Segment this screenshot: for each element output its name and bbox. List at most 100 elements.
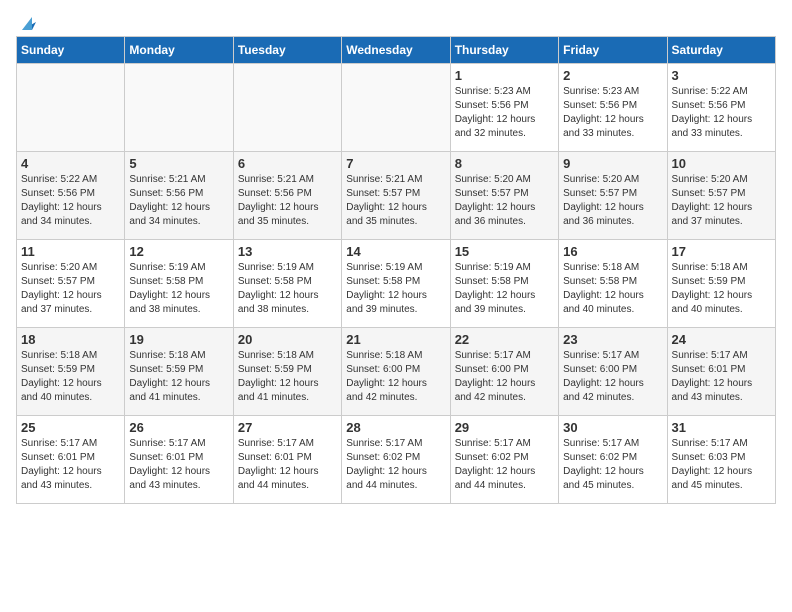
calendar-cell: 11 Sunrise: 5:20 AM Sunset: 5:57 PM Dayli… [17,240,125,328]
calendar-cell: 4Sunrise: 5:22 AM Sunset: 5:56 PM Daylig… [17,152,125,240]
day-number: 11 [21,244,120,259]
day-number: 23 [563,332,662,347]
day-content: Sunrise: 5:17 AM Sunset: 6:02 PM Dayligh… [563,437,662,493]
calendar-cell: 21 Sunrise: 5:18 AM Sunset: 6:00 PM Dayli… [342,328,450,416]
day-number: 21 [346,332,445,347]
calendar-cell: 12 Sunrise: 5:19 AM Sunset: 5:58 PM Dayli… [125,240,233,328]
day-content: Sunrise: 5:23 AM Sunset: 5:56 PM Dayligh… [455,85,554,141]
day-content: Sunrise: 5:17 AM Sunset: 6:01 PM Dayligh… [129,437,228,493]
calendar-cell: 1 Sunrise: 5:23 AM Sunset: 5:56 PM Daylig… [450,64,558,152]
day-content: Sunrise: 5:20 AM Sunset: 5:57 PM Dayligh… [21,261,120,317]
calendar-cell: 31Sunrise: 5:17 AM Sunset: 6:03 PM Dayli… [667,416,775,504]
header-saturday: Saturday [667,37,775,64]
day-content: Sunrise: 5:18 AM Sunset: 5:59 PM Dayligh… [21,349,120,405]
calendar-cell: 2 Sunrise: 5:23 AM Sunset: 5:56 PM Daylig… [559,64,667,152]
calendar-cell [125,64,233,152]
calendar-table: SundayMondayTuesdayWednesdayThursdayFrid… [16,36,776,504]
day-number: 22 [455,332,554,347]
day-content: Sunrise: 5:17 AM Sunset: 6:01 PM Dayligh… [672,349,771,405]
day-content: Sunrise: 5:19 AM Sunset: 5:58 PM Dayligh… [238,261,337,317]
day-content: Sunrise: 5:17 AM Sunset: 6:01 PM Dayligh… [21,437,120,493]
calendar-cell: 8Sunrise: 5:20 AM Sunset: 5:57 PM Daylig… [450,152,558,240]
day-number: 15 [455,244,554,259]
calendar-cell: 26 Sunrise: 5:17 AM Sunset: 6:01 PM Dayli… [125,416,233,504]
calendar-cell: 24Sunrise: 5:17 AM Sunset: 6:01 PM Dayli… [667,328,775,416]
day-number: 28 [346,420,445,435]
calendar-cell: 25Sunrise: 5:17 AM Sunset: 6:01 PM Dayli… [17,416,125,504]
day-number: 7 [346,156,445,171]
calendar-cell: 10 Sunrise: 5:20 AM Sunset: 5:57 PM Dayli… [667,152,775,240]
day-content: Sunrise: 5:18 AM Sunset: 6:00 PM Dayligh… [346,349,445,405]
calendar-cell [17,64,125,152]
calendar-cell: 29 Sunrise: 5:17 AM Sunset: 6:02 PM Dayli… [450,416,558,504]
day-number: 26 [129,420,228,435]
day-content: Sunrise: 5:17 AM Sunset: 6:02 PM Dayligh… [455,437,554,493]
calendar-header-row: SundayMondayTuesdayWednesdayThursdayFrid… [17,37,776,64]
day-content: Sunrise: 5:19 AM Sunset: 5:58 PM Dayligh… [346,261,445,317]
day-content: Sunrise: 5:17 AM Sunset: 6:00 PM Dayligh… [563,349,662,405]
calendar-week-3: 18 Sunrise: 5:18 AM Sunset: 5:59 PM Dayli… [17,328,776,416]
calendar-cell: 16Sunrise: 5:18 AM Sunset: 5:58 PM Dayli… [559,240,667,328]
day-content: Sunrise: 5:19 AM Sunset: 5:58 PM Dayligh… [129,261,228,317]
day-number: 2 [563,68,662,83]
day-number: 5 [129,156,228,171]
calendar-week-4: 25Sunrise: 5:17 AM Sunset: 6:01 PM Dayli… [17,416,776,504]
day-content: Sunrise: 5:17 AM Sunset: 6:03 PM Dayligh… [672,437,771,493]
day-number: 14 [346,244,445,259]
calendar-cell: 28 Sunrise: 5:17 AM Sunset: 6:02 PM Dayli… [342,416,450,504]
header-friday: Friday [559,37,667,64]
day-number: 18 [21,332,120,347]
day-number: 30 [563,420,662,435]
day-number: 16 [563,244,662,259]
page-header [16,16,776,28]
calendar-cell: 7 Sunrise: 5:21 AM Sunset: 5:57 PM Daylig… [342,152,450,240]
day-content: Sunrise: 5:20 AM Sunset: 5:57 PM Dayligh… [455,173,554,229]
day-number: 6 [238,156,337,171]
header-monday: Monday [125,37,233,64]
calendar-cell [342,64,450,152]
logo-icon [18,12,40,34]
day-number: 27 [238,420,337,435]
day-content: Sunrise: 5:17 AM Sunset: 6:01 PM Dayligh… [238,437,337,493]
day-number: 13 [238,244,337,259]
day-number: 10 [672,156,771,171]
day-number: 1 [455,68,554,83]
header-sunday: Sunday [17,37,125,64]
calendar-cell: 14 Sunrise: 5:19 AM Sunset: 5:58 PM Dayli… [342,240,450,328]
day-content: Sunrise: 5:21 AM Sunset: 5:56 PM Dayligh… [129,173,228,229]
calendar-cell: 17Sunrise: 5:18 AM Sunset: 5:59 PM Dayli… [667,240,775,328]
calendar-cell: 27 Sunrise: 5:17 AM Sunset: 6:01 PM Dayli… [233,416,341,504]
calendar-cell: 6 Sunrise: 5:21 AM Sunset: 5:56 PM Daylig… [233,152,341,240]
calendar-cell: 18 Sunrise: 5:18 AM Sunset: 5:59 PM Dayli… [17,328,125,416]
calendar-cell: 13 Sunrise: 5:19 AM Sunset: 5:58 PM Dayli… [233,240,341,328]
day-content: Sunrise: 5:22 AM Sunset: 5:56 PM Dayligh… [672,85,771,141]
day-number: 29 [455,420,554,435]
day-content: Sunrise: 5:17 AM Sunset: 6:02 PM Dayligh… [346,437,445,493]
calendar-week-1: 4Sunrise: 5:22 AM Sunset: 5:56 PM Daylig… [17,152,776,240]
calendar-cell: 22 Sunrise: 5:17 AM Sunset: 6:00 PM Dayli… [450,328,558,416]
day-content: Sunrise: 5:19 AM Sunset: 5:58 PM Dayligh… [455,261,554,317]
calendar-cell: 5 Sunrise: 5:21 AM Sunset: 5:56 PM Daylig… [125,152,233,240]
header-wednesday: Wednesday [342,37,450,64]
day-content: Sunrise: 5:21 AM Sunset: 5:56 PM Dayligh… [238,173,337,229]
day-content: Sunrise: 5:20 AM Sunset: 5:57 PM Dayligh… [672,173,771,229]
calendar-cell: 30 Sunrise: 5:17 AM Sunset: 6:02 PM Dayli… [559,416,667,504]
day-content: Sunrise: 5:23 AM Sunset: 5:56 PM Dayligh… [563,85,662,141]
calendar-cell: 23 Sunrise: 5:17 AM Sunset: 6:00 PM Dayli… [559,328,667,416]
calendar-week-2: 11 Sunrise: 5:20 AM Sunset: 5:57 PM Dayli… [17,240,776,328]
logo [16,16,40,28]
day-number: 4 [21,156,120,171]
calendar-cell: 20 Sunrise: 5:18 AM Sunset: 5:59 PM Dayli… [233,328,341,416]
header-thursday: Thursday [450,37,558,64]
header-tuesday: Tuesday [233,37,341,64]
day-number: 12 [129,244,228,259]
day-content: Sunrise: 5:17 AM Sunset: 6:00 PM Dayligh… [455,349,554,405]
calendar-cell: 19Sunrise: 5:18 AM Sunset: 5:59 PM Dayli… [125,328,233,416]
calendar-cell [233,64,341,152]
day-content: Sunrise: 5:21 AM Sunset: 5:57 PM Dayligh… [346,173,445,229]
day-content: Sunrise: 5:18 AM Sunset: 5:59 PM Dayligh… [238,349,337,405]
day-content: Sunrise: 5:18 AM Sunset: 5:59 PM Dayligh… [672,261,771,317]
calendar-cell: 15 Sunrise: 5:19 AM Sunset: 5:58 PM Dayli… [450,240,558,328]
day-content: Sunrise: 5:20 AM Sunset: 5:57 PM Dayligh… [563,173,662,229]
day-number: 20 [238,332,337,347]
